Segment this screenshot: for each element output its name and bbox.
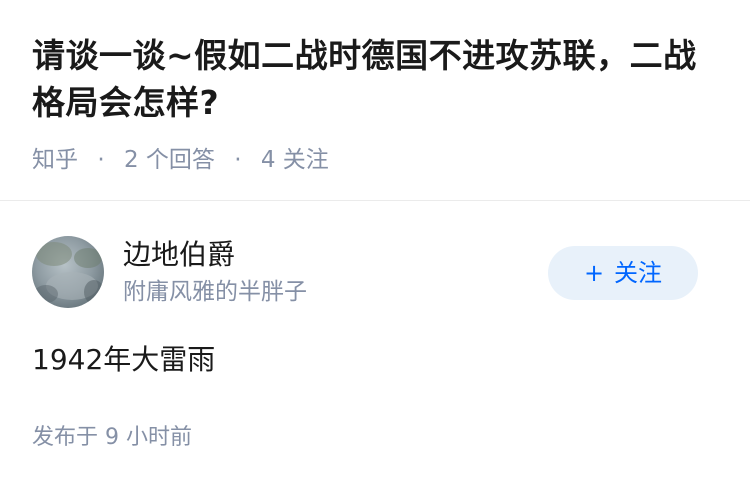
meta-separator: · [234,147,242,173]
follow-button[interactable]: + 关注 [548,246,698,300]
avatar-image-icon [32,236,104,308]
author-name[interactable]: 边地伯爵 [123,236,235,274]
source-label[interactable]: 知乎 [32,147,78,173]
meta-separator: · [97,147,105,173]
answers-count[interactable]: 2 个回答 [124,147,215,173]
author-bio: 附庸风雅的半胖子 [123,279,307,305]
question-meta: 知乎 · 2 个回答 · 4 关注 [32,144,329,176]
avatar[interactable] [32,236,104,308]
followers-count[interactable]: 4 关注 [261,147,329,173]
section-divider [0,200,750,201]
answer-author: 边地伯爵 附庸风雅的半胖子 + 关注 [32,236,722,308]
follow-button-label: 关注 [614,259,663,287]
answer-content[interactable]: 1942年大雷雨 [32,340,722,380]
question-header: 请谈一谈~假如二战时德国不进攻苏联，二战格局会怎样? [32,32,722,126]
plus-icon: + [583,259,605,287]
published-time: 发布于 9 小时前 [32,425,192,450]
question-title[interactable]: 请谈一谈~假如二战时德国不进攻苏联，二战格局会怎样? [32,32,722,126]
